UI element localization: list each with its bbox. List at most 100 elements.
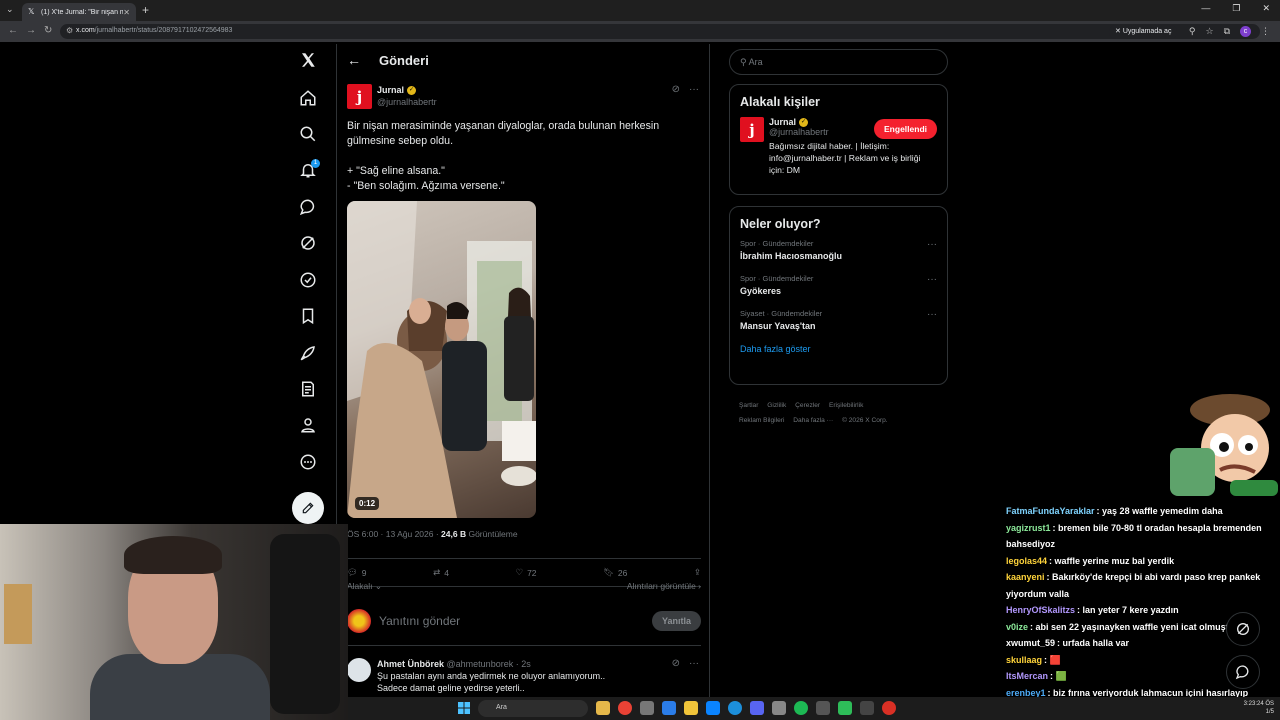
commenter-handle[interactable]: @ahmetunborek · 2s <box>447 659 531 669</box>
taskbar-app-icon[interactable] <box>838 701 852 715</box>
taskbar-app-icon[interactable] <box>816 701 830 715</box>
messages-icon[interactable] <box>296 195 320 219</box>
close-window-icon[interactable]: ✕ <box>1262 3 1270 14</box>
close-tab-icon[interactable]: ✕ <box>123 8 130 17</box>
windows-start-icon[interactable] <box>458 702 470 714</box>
footer-link[interactable]: Daha fazla ··· <box>793 417 833 424</box>
show-more-link[interactable]: Daha fazla göster <box>740 344 937 354</box>
trend-item[interactable]: Spor · Gündemdekiler İbrahim Hacıosmanoğ… <box>740 239 937 261</box>
footer-link[interactable]: Çerezler <box>795 402 820 409</box>
taskbar-app-icon[interactable] <box>640 701 654 715</box>
explore-search-icon[interactable] <box>296 122 320 146</box>
comment-more-icon[interactable]: ··· <box>689 658 699 669</box>
restore-icon[interactable]: ❐ <box>1232 3 1240 14</box>
edge-icon[interactable] <box>728 701 742 715</box>
compose-post-button[interactable] <box>292 492 324 524</box>
author-handle[interactable]: @jurnalhabertr <box>377 96 437 108</box>
chat-username[interactable]: FatmaFundaYaraklar <box>1006 506 1095 516</box>
zoom-icon[interactable]: ⚲ <box>1189 26 1196 37</box>
taskbar-app-icon[interactable] <box>772 701 786 715</box>
footer-link[interactable]: Şartlar <box>739 402 758 409</box>
chat-username[interactable]: xwumut_59 <box>1006 638 1055 648</box>
author-name[interactable]: Jurnal <box>377 84 404 96</box>
trend-item[interactable]: Spor · Gündemdekiler Gyökeres ··· <box>740 274 937 296</box>
forward-icon[interactable]: → <box>26 25 36 36</box>
bookmarks-icon[interactable] <box>296 304 320 328</box>
chat-username[interactable]: ItsMercan <box>1006 671 1048 681</box>
rocket-icon[interactable] <box>296 341 320 365</box>
profile-icon[interactable] <box>296 413 320 437</box>
tab-search-icon[interactable]: ⌄ <box>6 4 14 15</box>
commenter-avatar[interactable] <box>347 658 371 682</box>
new-tab-button[interactable]: + <box>142 3 149 17</box>
site-info-icon[interactable]: ⚙ <box>66 26 73 35</box>
bookmark-action[interactable]: 🔖︎ 26 <box>603 567 627 578</box>
trend-more-icon[interactable]: ··· <box>927 274 937 285</box>
x-logo-icon[interactable] <box>296 48 320 72</box>
extensions-icon[interactable]: ⧉ <box>1224 26 1230 37</box>
discord-icon[interactable] <box>750 701 764 715</box>
related-avatar[interactable]: j <box>740 117 764 142</box>
share-icon[interactable]: ⇪ <box>694 567 701 578</box>
profile-avatar[interactable]: c <box>1240 26 1251 37</box>
taskbar-search[interactable]: Ara <box>478 700 588 717</box>
post-video[interactable]: 0:12 <box>347 201 536 518</box>
taskbar-app-icon[interactable] <box>882 701 896 715</box>
home-icon[interactable] <box>296 86 320 110</box>
chat-username[interactable]: legolas44 <box>1006 556 1047 566</box>
post-more-icon[interactable]: ··· <box>689 84 699 95</box>
commenter-name[interactable]: Ahmet Ünbörek <box>377 659 444 669</box>
trend-more-icon[interactable]: ··· <box>927 239 937 250</box>
blocked-button[interactable]: Engellendi <box>874 119 937 139</box>
file-explorer-icon[interactable] <box>684 701 698 715</box>
spotify-icon[interactable] <box>794 701 808 715</box>
chat-username[interactable]: HenryOfSkalitzs <box>1006 605 1075 615</box>
related-name[interactable]: Jurnal <box>769 117 796 127</box>
taskbar-app-icon[interactable] <box>706 701 720 715</box>
browser-tab[interactable]: 𝕏 (1) X'te Jurnal: "Bir nişan merasi ✕ <box>22 3 136 21</box>
chat-username[interactable]: yagizrust1 <box>1006 523 1051 533</box>
notifications-bell-icon[interactable]: 1 <box>296 158 320 182</box>
reply-button[interactable]: Yanıtla <box>651 611 701 631</box>
taskbar-app-icon[interactable] <box>860 701 874 715</box>
repost-action[interactable]: ⇄ 4 <box>433 567 449 578</box>
trend-item[interactable]: Siyaset · Gündemdekiler Mansur Yavaş'tan… <box>740 309 937 331</box>
chat-username[interactable]: skullaag <box>1006 655 1042 665</box>
comment-item[interactable]: Ahmet Ünbörek @ahmetunborek · 2s Şu past… <box>347 658 701 694</box>
bookmark-star-icon[interactable]: ☆ <box>1205 26 1213 37</box>
like-action[interactable]: ♡ 72 <box>515 567 536 578</box>
grok-float-button[interactable] <box>1226 612 1260 646</box>
post-time[interactable]: ÖS 6:00 · 13 Ağu 2026 · <box>347 529 441 539</box>
premium-verified-icon[interactable] <box>296 268 320 292</box>
menu-icon[interactable]: ⋮ <box>1261 26 1270 37</box>
related-dropdown[interactable]: Alakalı ⌄ <box>347 581 382 592</box>
taskbar-app-icon[interactable] <box>596 701 610 715</box>
minimize-icon[interactable]: — <box>1201 3 1210 14</box>
reply-input[interactable]: Yanıtını gönder <box>379 614 652 628</box>
author-avatar[interactable]: j <box>347 84 372 109</box>
chat-username[interactable]: kaanyeni <box>1006 572 1045 582</box>
footer-link[interactable]: Erişilebilirlik <box>829 402 863 409</box>
grok-explain-icon[interactable]: ⊘ <box>672 658 680 669</box>
search-input[interactable]: ⚲ Ara <box>729 49 948 75</box>
chat-username[interactable]: erenbey1 <box>1006 688 1046 698</box>
messages-float-button[interactable] <box>1226 655 1260 689</box>
open-in-app-button[interactable]: ✕ Uygulamada aç <box>1109 25 1178 39</box>
grok-icon[interactable] <box>296 231 320 255</box>
trend-more-icon[interactable]: ··· <box>927 309 937 320</box>
articles-icon[interactable] <box>296 377 320 401</box>
reload-icon[interactable]: ↻ <box>44 25 52 36</box>
view-quotes-link[interactable]: Alıntıları görüntüle › <box>627 581 701 592</box>
footer-link[interactable]: Reklam Bilgileri <box>739 417 784 424</box>
url-field[interactable]: ⚙ x.com/jurnalhabertr/status/20879171024… <box>60 24 1260 39</box>
back-icon[interactable]: ← <box>8 25 18 36</box>
more-circle-icon[interactable] <box>296 450 320 474</box>
taskbar-clock[interactable]: 3:23:24 ÖS 1/5 <box>1244 700 1274 716</box>
chrome-icon[interactable] <box>618 701 632 715</box>
grok-explain-icon[interactable]: ⊘ <box>672 84 680 95</box>
footer-link[interactable]: Gizlilik <box>767 402 786 409</box>
chat-username[interactable]: v0ize <box>1006 622 1028 632</box>
back-arrow-icon[interactable]: ← <box>347 52 379 68</box>
reply-action[interactable]: 💬︎ 9 <box>347 567 367 578</box>
taskbar-app-icon[interactable] <box>662 701 676 715</box>
